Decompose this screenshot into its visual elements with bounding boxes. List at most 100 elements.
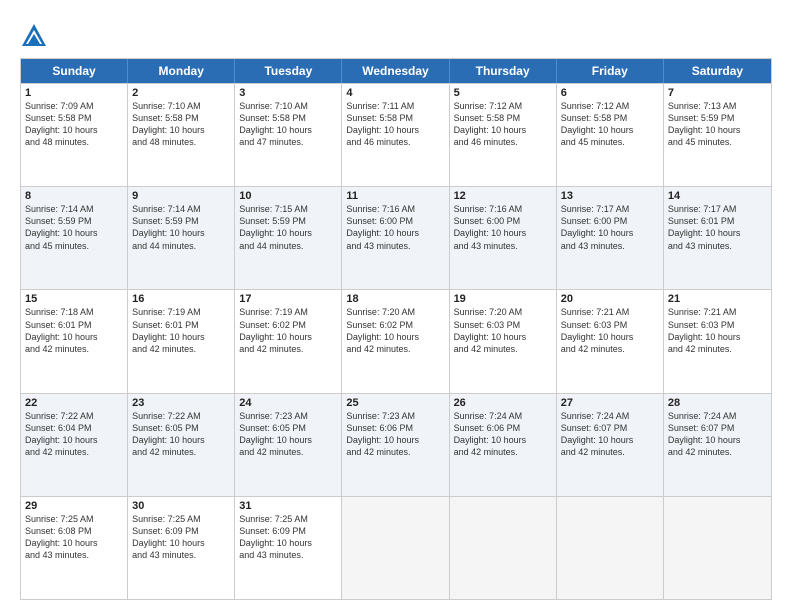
cell-line: Sunrise: 7:17 AM	[668, 203, 767, 215]
cal-cell-3-2: 16Sunrise: 7:19 AMSunset: 6:01 PMDayligh…	[128, 290, 235, 392]
cell-line: and 42 minutes.	[454, 343, 552, 355]
cell-line: and 45 minutes.	[561, 136, 659, 148]
cal-cell-4-3: 24Sunrise: 7:23 AMSunset: 6:05 PMDayligh…	[235, 394, 342, 496]
cell-line: and 43 minutes.	[454, 240, 552, 252]
cell-line: and 44 minutes.	[239, 240, 337, 252]
cell-line: Sunrise: 7:24 AM	[668, 410, 767, 422]
cal-cell-1-3: 3Sunrise: 7:10 AMSunset: 5:58 PMDaylight…	[235, 84, 342, 186]
day-number: 30	[132, 500, 230, 512]
day-number: 13	[561, 190, 659, 202]
cell-line: and 43 minutes.	[25, 549, 123, 561]
cell-line: and 42 minutes.	[668, 343, 767, 355]
day-number: 24	[239, 397, 337, 409]
cal-cell-5-5	[450, 497, 557, 599]
day-number: 4	[346, 87, 444, 99]
cell-line: Sunset: 6:01 PM	[132, 319, 230, 331]
cell-line: Daylight: 10 hours	[25, 227, 123, 239]
day-number: 5	[454, 87, 552, 99]
cal-cell-4-6: 27Sunrise: 7:24 AMSunset: 6:07 PMDayligh…	[557, 394, 664, 496]
header-day-tuesday: Tuesday	[235, 59, 342, 83]
page: SundayMondayTuesdayWednesdayThursdayFrid…	[0, 0, 792, 612]
cell-line: Sunrise: 7:25 AM	[132, 513, 230, 525]
cell-line: Sunset: 6:03 PM	[668, 319, 767, 331]
cell-line: Sunset: 6:04 PM	[25, 422, 123, 434]
cell-line: Daylight: 10 hours	[239, 227, 337, 239]
cell-line: and 42 minutes.	[25, 343, 123, 355]
calendar-row-3: 15Sunrise: 7:18 AMSunset: 6:01 PMDayligh…	[21, 289, 771, 392]
cell-line: Sunset: 6:02 PM	[239, 319, 337, 331]
cal-cell-3-3: 17Sunrise: 7:19 AMSunset: 6:02 PMDayligh…	[235, 290, 342, 392]
calendar-row-2: 8Sunrise: 7:14 AMSunset: 5:59 PMDaylight…	[21, 186, 771, 289]
day-number: 19	[454, 293, 552, 305]
cell-line: and 48 minutes.	[132, 136, 230, 148]
cell-line: Sunset: 6:05 PM	[239, 422, 337, 434]
cell-line: Sunrise: 7:21 AM	[561, 306, 659, 318]
cell-line: and 47 minutes.	[239, 136, 337, 148]
cell-line: Sunrise: 7:20 AM	[346, 306, 444, 318]
cell-line: and 42 minutes.	[454, 446, 552, 458]
logo	[20, 22, 52, 50]
header-day-thursday: Thursday	[450, 59, 557, 83]
cell-line: Sunrise: 7:14 AM	[132, 203, 230, 215]
cell-line: and 48 minutes.	[25, 136, 123, 148]
day-number: 11	[346, 190, 444, 202]
day-number: 1	[25, 87, 123, 99]
cell-line: Sunrise: 7:20 AM	[454, 306, 552, 318]
day-number: 20	[561, 293, 659, 305]
day-number: 23	[132, 397, 230, 409]
day-number: 12	[454, 190, 552, 202]
cell-line: Daylight: 10 hours	[239, 124, 337, 136]
day-number: 25	[346, 397, 444, 409]
cell-line: Sunrise: 7:13 AM	[668, 100, 767, 112]
cell-line: Sunrise: 7:19 AM	[239, 306, 337, 318]
cell-line: Sunrise: 7:24 AM	[454, 410, 552, 422]
cell-line: Daylight: 10 hours	[132, 331, 230, 343]
cell-line: and 42 minutes.	[561, 446, 659, 458]
cell-line: Sunset: 5:58 PM	[346, 112, 444, 124]
cell-line: Sunset: 6:02 PM	[346, 319, 444, 331]
cell-line: and 42 minutes.	[132, 446, 230, 458]
cell-line: Sunrise: 7:14 AM	[25, 203, 123, 215]
day-number: 27	[561, 397, 659, 409]
cell-line: Sunset: 5:58 PM	[454, 112, 552, 124]
header-day-saturday: Saturday	[664, 59, 771, 83]
day-number: 9	[132, 190, 230, 202]
cell-line: Sunset: 5:59 PM	[239, 215, 337, 227]
cell-line: and 42 minutes.	[346, 446, 444, 458]
day-number: 31	[239, 500, 337, 512]
cell-line: Daylight: 10 hours	[454, 124, 552, 136]
cell-line: and 43 minutes.	[132, 549, 230, 561]
day-number: 26	[454, 397, 552, 409]
cell-line: Sunset: 5:58 PM	[25, 112, 123, 124]
cell-line: Sunrise: 7:10 AM	[239, 100, 337, 112]
cal-cell-5-7	[664, 497, 771, 599]
cell-line: Daylight: 10 hours	[668, 434, 767, 446]
cell-line: Sunset: 6:01 PM	[25, 319, 123, 331]
cell-line: Daylight: 10 hours	[346, 227, 444, 239]
day-number: 14	[668, 190, 767, 202]
cell-line: Sunrise: 7:22 AM	[132, 410, 230, 422]
cell-line: Sunrise: 7:12 AM	[561, 100, 659, 112]
day-number: 6	[561, 87, 659, 99]
day-number: 8	[25, 190, 123, 202]
cell-line: Daylight: 10 hours	[668, 124, 767, 136]
cell-line: Daylight: 10 hours	[454, 227, 552, 239]
cell-line: Sunrise: 7:15 AM	[239, 203, 337, 215]
cal-cell-4-4: 25Sunrise: 7:23 AMSunset: 6:06 PMDayligh…	[342, 394, 449, 496]
cell-line: Sunrise: 7:23 AM	[346, 410, 444, 422]
cell-line: Daylight: 10 hours	[132, 434, 230, 446]
cell-line: Sunset: 6:08 PM	[25, 525, 123, 537]
cal-cell-3-5: 19Sunrise: 7:20 AMSunset: 6:03 PMDayligh…	[450, 290, 557, 392]
cell-line: Sunrise: 7:25 AM	[239, 513, 337, 525]
cell-line: and 43 minutes.	[239, 549, 337, 561]
cell-line: Sunset: 6:06 PM	[454, 422, 552, 434]
day-number: 22	[25, 397, 123, 409]
cal-cell-1-5: 5Sunrise: 7:12 AMSunset: 5:58 PMDaylight…	[450, 84, 557, 186]
cell-line: and 42 minutes.	[346, 343, 444, 355]
logo-icon	[20, 22, 48, 50]
cal-cell-5-4	[342, 497, 449, 599]
cell-line: Daylight: 10 hours	[239, 434, 337, 446]
day-number: 18	[346, 293, 444, 305]
day-number: 15	[25, 293, 123, 305]
cell-line: and 44 minutes.	[132, 240, 230, 252]
